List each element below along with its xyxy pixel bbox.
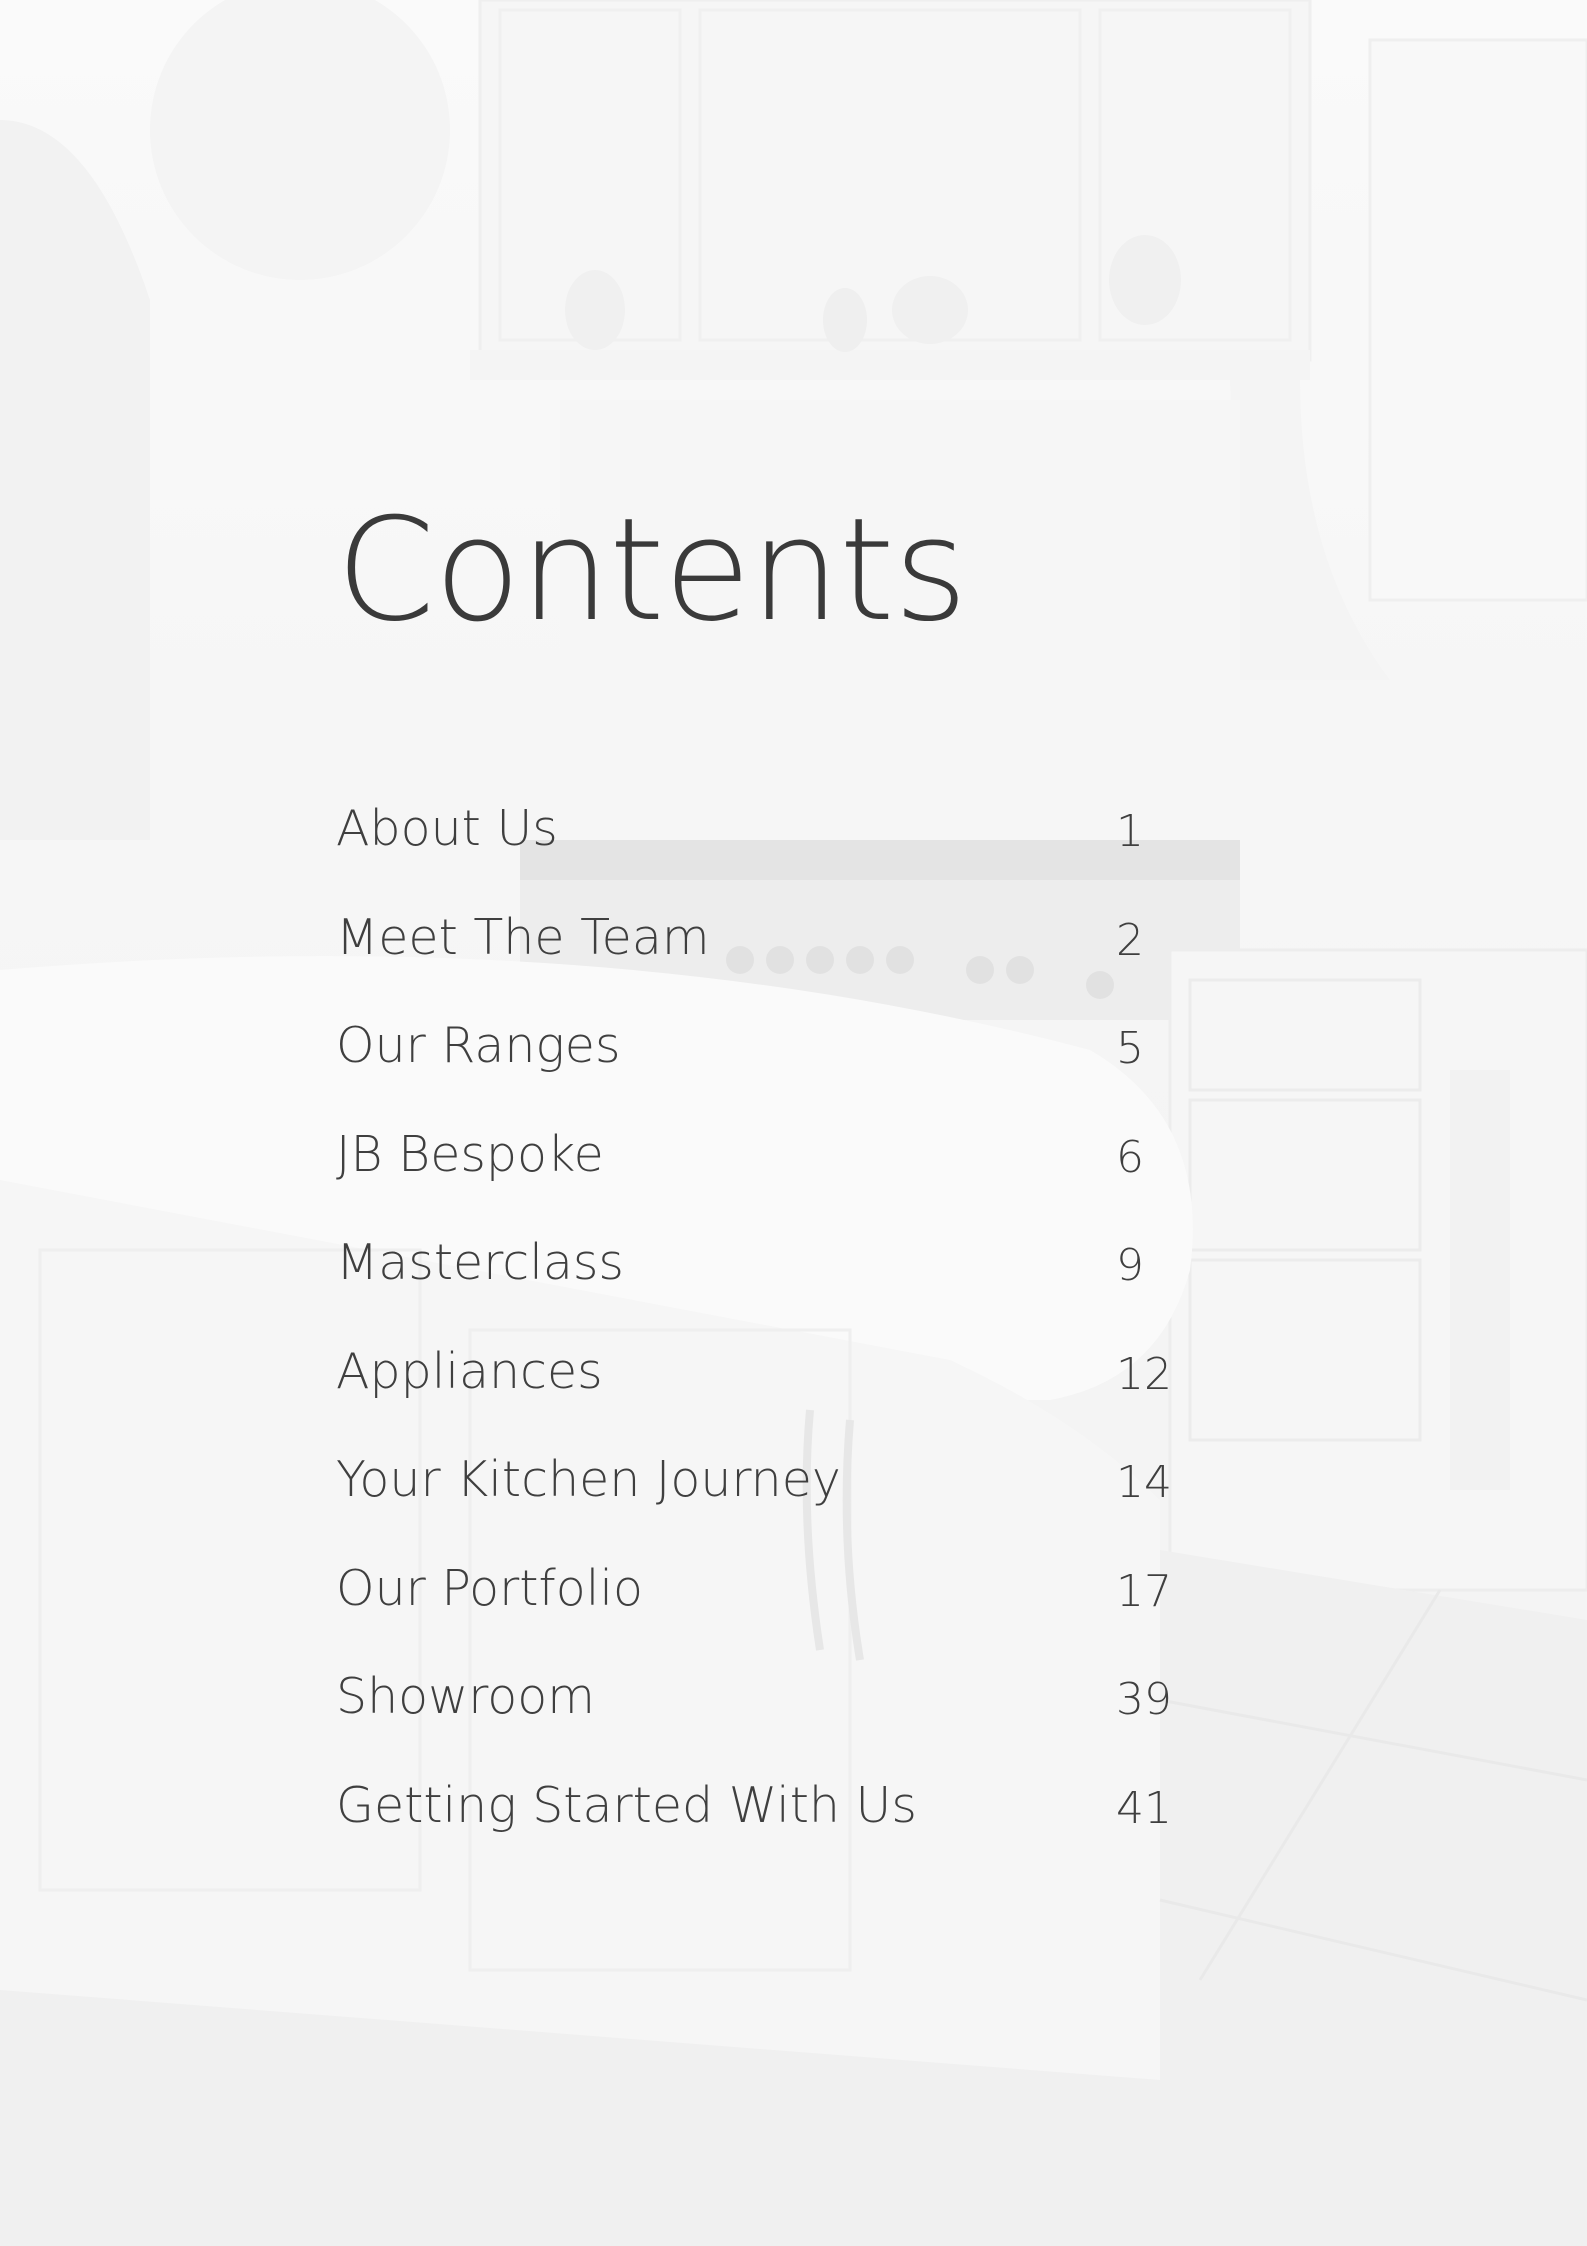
toc-entry-label: Showroom: [336, 1668, 595, 1725]
toc-entry-page-number: 6: [1116, 1131, 1144, 1183]
toc-entry-meet-the-team[interactable]: Meet The Team 2: [336, 909, 1186, 1018]
toc-entry-label: Meet The Team: [336, 908, 710, 966]
toc-entry-page-number: 2: [1116, 914, 1144, 966]
toc-entry-label: About Us: [336, 800, 558, 857]
toc-entry-label: Our Ranges: [336, 1017, 621, 1074]
toc-entry-your-kitchen-journey[interactable]: Your Kitchen Journey 14: [336, 1451, 1186, 1560]
contents-page: Contents About Us 1 Meet The Team 2 Our …: [0, 0, 1587, 2246]
toc-entry-about-us[interactable]: About Us 1: [336, 800, 1186, 909]
toc-entry-page-number: 39: [1116, 1674, 1172, 1725]
toc-entry-page-number: 12: [1116, 1348, 1172, 1400]
toc-entry-page-number: 1: [1116, 806, 1144, 857]
toc-entry-label: Our Portfolio: [336, 1559, 643, 1617]
toc-entry-label: JB Bespoke: [336, 1125, 604, 1183]
toc-entry-label: Your Kitchen Journey: [336, 1451, 841, 1508]
toc-entry-page-number: 41: [1116, 1782, 1172, 1834]
toc-entry-page-number: 14: [1116, 1457, 1172, 1508]
toc-entry-masterclass[interactable]: Masterclass 9: [336, 1234, 1186, 1343]
toc-entry-appliances[interactable]: Appliances 12: [336, 1343, 1186, 1452]
toc-entry-jb-bespoke[interactable]: JB Bespoke 6: [336, 1126, 1186, 1235]
toc-entry-label: Masterclass: [336, 1234, 624, 1291]
toc-entry-page-number: 9: [1116, 1240, 1144, 1291]
toc-entry-page-number: 5: [1116, 1023, 1144, 1074]
page-title: Contents: [336, 488, 968, 653]
table-of-contents: About Us 1 Meet The Team 2 Our Ranges 5 …: [336, 800, 1186, 1885]
toc-entry-getting-started-with-us[interactable]: Getting Started With Us 41: [336, 1777, 1186, 1886]
toc-entry-page-number: 17: [1116, 1565, 1172, 1617]
toc-entry-label: Appliances: [336, 1342, 603, 1400]
toc-entry-showroom[interactable]: Showroom 39: [336, 1668, 1186, 1777]
toc-entry-label: Getting Started With Us: [336, 1776, 917, 1834]
toc-entry-our-ranges[interactable]: Our Ranges 5: [336, 1017, 1186, 1126]
toc-entry-our-portfolio[interactable]: Our Portfolio 17: [336, 1560, 1186, 1669]
